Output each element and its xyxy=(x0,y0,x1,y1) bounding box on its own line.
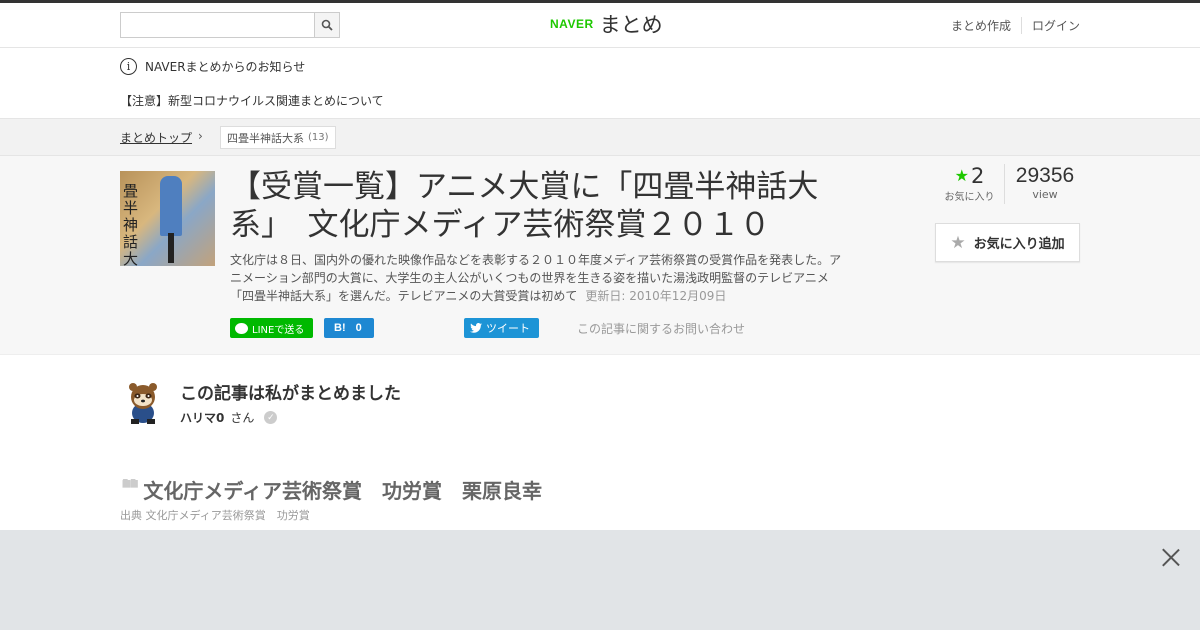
quote-mark-icon: ❝ xyxy=(120,478,140,501)
view-number: 29356 xyxy=(1015,164,1075,187)
twitter-bird-icon xyxy=(470,323,482,333)
add-favorite-label: お気に入り追加 xyxy=(973,237,1065,252)
site-header: NAVER まとめ まとめ作成 ログイン xyxy=(0,3,1200,48)
quote-title-text: 文化庁メディア芸術祭賞 功労賞 栗原良幸 xyxy=(143,479,542,503)
star-outline-icon: ★ xyxy=(950,232,966,253)
header-links: まとめ作成 ログイン xyxy=(941,17,1080,34)
thumbnail-figure-legs xyxy=(168,233,174,263)
close-icon[interactable] xyxy=(1162,548,1180,566)
avatar[interactable] xyxy=(125,379,161,425)
article-header: 畳半神話大 【受賞一覧】アニメ大賞に「四畳半神話大系」 文化庁メディア芸術祭賞２… xyxy=(0,156,1200,355)
chevron-right-icon: › xyxy=(198,129,203,143)
quote-source[interactable]: 出典 文化庁メディア芸術祭賞 功労賞 xyxy=(120,507,310,523)
thumbnail-figure xyxy=(160,176,182,236)
login-link[interactable]: ログイン xyxy=(1020,17,1080,34)
favorite-count: ★ 2 お気に入り xyxy=(935,164,1005,204)
tag-count: (13) xyxy=(308,132,329,143)
author-name-text: ハリマ0 xyxy=(180,411,225,425)
author-section: この記事は私がまとめました ハリマ0 さん ✓ xyxy=(0,355,1200,445)
line-share-label: LINEで送る xyxy=(252,324,305,336)
hatena-icon: B! xyxy=(334,322,346,334)
line-share-button[interactable]: LINEで送る xyxy=(230,318,313,338)
article-thumbnail[interactable]: 畳半神話大 xyxy=(120,171,215,266)
star-icon: ★ xyxy=(954,166,969,185)
author-suffix: さん xyxy=(230,411,255,425)
breadcrumb-home-link[interactable]: まとめトップ xyxy=(120,129,192,146)
notice-title[interactable]: i NAVERまとめからのお知らせ xyxy=(120,58,305,75)
breadcrumb: まとめトップ › 四畳半神話大系 (13) xyxy=(0,118,1200,156)
create-matome-link[interactable]: まとめ作成 xyxy=(941,17,1021,34)
logo-naver: NAVER xyxy=(550,17,594,31)
article-description: 文化庁は８日、国内外の優れた映像作品などを表彰する２０１０年度メディア芸術祭賞の… xyxy=(230,251,850,305)
verified-check-icon: ✓ xyxy=(264,411,278,424)
description-text: 文化庁は８日、国内外の優れた映像作品などを表彰する２０１０年度メディア芸術祭賞の… xyxy=(230,253,842,303)
search-box xyxy=(120,12,340,38)
ad-overlay xyxy=(0,530,1200,630)
view-count: 29356 view xyxy=(1010,164,1080,201)
info-icon: i xyxy=(120,58,137,75)
naver-matome-logo[interactable]: NAVER まとめ xyxy=(550,9,663,39)
favorite-label: お気に入り xyxy=(944,192,995,203)
add-favorite-button[interactable]: ★ お気に入り追加 xyxy=(935,223,1080,262)
tag-label: 四畳半神話大系 xyxy=(227,131,304,145)
notice-link[interactable]: 【注意】新型コロナウイルス関連まとめについて xyxy=(120,92,384,109)
article-title: 【受賞一覧】アニメ大賞に「四畳半神話大系」 文化庁メディア芸術祭賞２０１０ xyxy=(230,169,819,243)
view-label: view xyxy=(1032,188,1058,201)
quote-heading: ❝ 文化庁メディア芸術祭賞 功労賞 栗原良幸 xyxy=(120,475,542,504)
notice-title-text: NAVERまとめからのお知らせ xyxy=(145,60,306,74)
author-name[interactable]: ハリマ0 さん ✓ xyxy=(180,409,278,426)
hatena-count: 0 xyxy=(355,322,362,334)
hatena-bookmark-button[interactable]: B! 0 xyxy=(324,318,374,338)
search-button[interactable] xyxy=(314,13,339,37)
contact-link[interactable]: この記事に関するお問い合わせ xyxy=(577,320,745,337)
tweet-label: ツイート xyxy=(486,322,530,335)
favorite-number: 2 xyxy=(970,164,985,188)
updated-date: 更新日: 2010年12月09日 xyxy=(585,289,727,303)
quote-block: ❝ 文化庁メディア芸術祭賞 功労賞 栗原良幸 出典 文化庁メディア芸術祭賞 功労… xyxy=(0,445,1200,525)
author-heading: この記事は私がまとめました xyxy=(180,384,401,404)
thumbnail-title-text: 畳半神話大 xyxy=(123,182,139,267)
notice-area: i NAVERまとめからのお知らせ 【注意】新型コロナウイルス関連まとめについて xyxy=(0,48,1200,118)
search-input[interactable] xyxy=(121,13,315,37)
search-icon xyxy=(321,19,333,31)
tweet-button[interactable]: ツイート xyxy=(464,318,539,338)
article-stats: ★ 2 お気に入り 29356 view ★ お気に入り追加 xyxy=(935,164,1080,262)
breadcrumb-tag[interactable]: 四畳半神話大系 (13) xyxy=(220,126,336,149)
line-icon xyxy=(235,322,248,334)
logo-matome: まとめ xyxy=(599,13,663,37)
